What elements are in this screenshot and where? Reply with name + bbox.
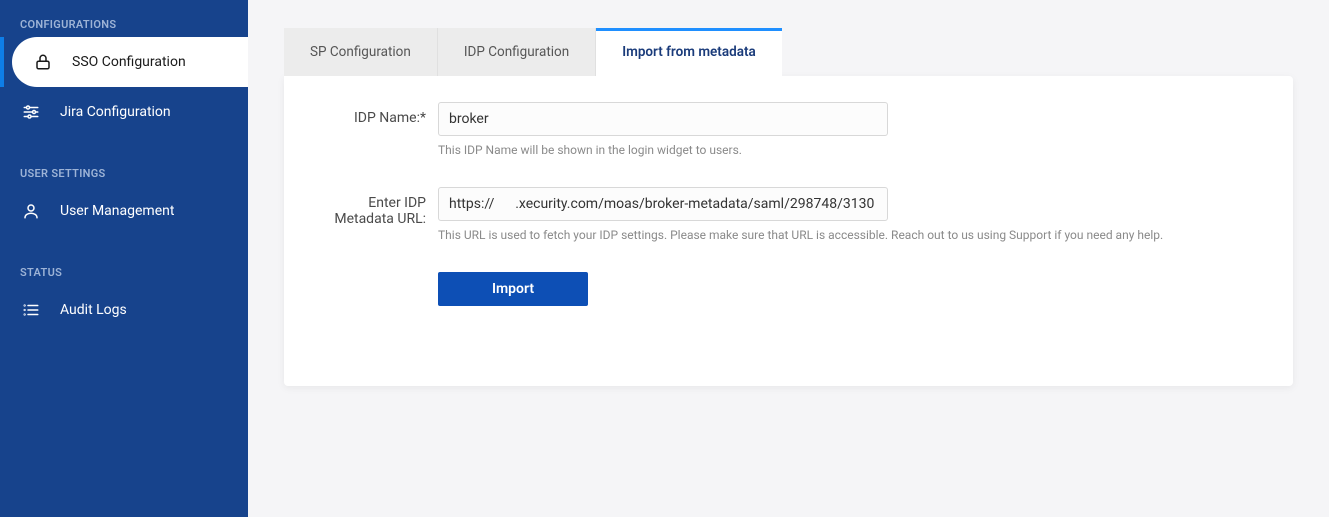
tab-sp-configuration[interactable]: SP Configuration	[284, 28, 438, 76]
idp-name-input[interactable]	[438, 102, 888, 136]
user-icon	[20, 200, 42, 222]
main-content: SP Configuration IDP Configuration Impor…	[248, 0, 1329, 517]
metadata-url-help: This URL is used to fetch your IDP setti…	[438, 227, 1269, 244]
sidebar-item-jira-configuration[interactable]: Jira Configuration	[0, 87, 248, 137]
sidebar-section-user-settings: USER SETTINGS	[0, 159, 248, 186]
tab-bar: SP Configuration IDP Configuration Impor…	[284, 28, 1293, 76]
idp-name-help: This IDP Name will be shown in the login…	[438, 142, 1269, 159]
tab-import-metadata[interactable]: Import from metadata	[596, 28, 782, 76]
list-icon	[20, 299, 42, 321]
sidebar-item-user-management[interactable]: User Management	[0, 186, 248, 236]
sidebar-section-status: STATUS	[0, 258, 248, 285]
import-button[interactable]: Import	[438, 272, 588, 306]
sidebar-item-label: SSO Configuration	[72, 54, 186, 70]
metadata-url-label: Enter IDP Metadata URL:	[308, 187, 438, 244]
sidebar: CONFIGURATIONS SSO Configuration Jira Co…	[0, 0, 248, 517]
tab-idp-configuration[interactable]: IDP Configuration	[438, 28, 596, 76]
sidebar-item-audit-logs[interactable]: Audit Logs	[0, 285, 248, 335]
sidebar-item-label: Audit Logs	[60, 302, 127, 318]
sidebar-section-configurations: CONFIGURATIONS	[0, 10, 248, 37]
sidebar-item-sso-configuration[interactable]: SSO Configuration	[12, 37, 248, 87]
panel-import-metadata: IDP Name:* This IDP Name will be shown i…	[284, 76, 1293, 386]
sliders-icon	[20, 101, 42, 123]
metadata-url-input[interactable]	[438, 187, 888, 221]
sidebar-item-label: User Management	[60, 203, 174, 219]
lock-icon	[32, 51, 54, 73]
idp-name-label: IDP Name:*	[308, 102, 438, 159]
sidebar-item-label: Jira Configuration	[60, 104, 171, 120]
